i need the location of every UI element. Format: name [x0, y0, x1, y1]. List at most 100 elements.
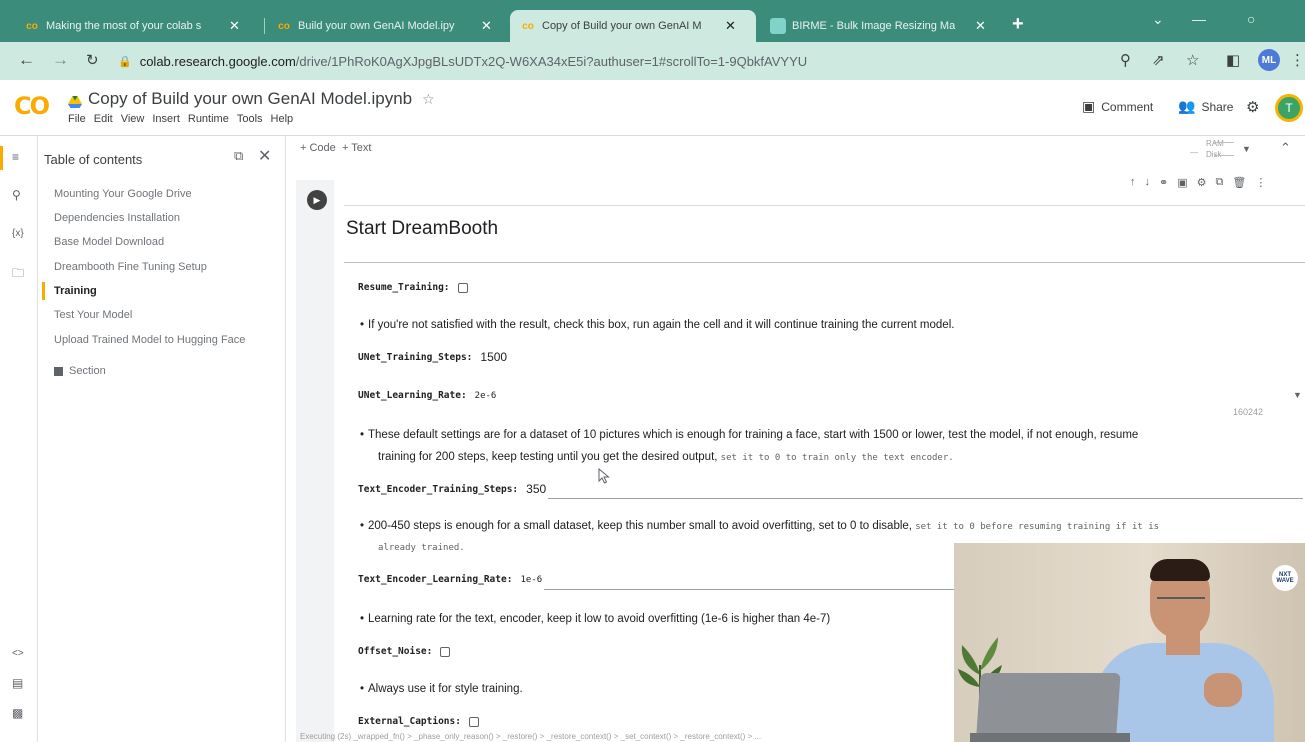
unet-learning-rate-input[interactable]: 2e-6: [475, 391, 497, 401]
browser-tab-3-active[interactable]: co Copy of Build your own GenAI M ✕: [510, 10, 756, 42]
toc-item-test-model[interactable]: Test Your Model: [54, 309, 132, 321]
delete-cell-icon[interactable]: 🗑: [1232, 176, 1246, 189]
heading-rule: [344, 262, 1305, 263]
star-notebook-icon[interactable]: ☆: [422, 91, 435, 108]
forward-arrow-icon[interactable]: →: [52, 50, 69, 70]
close-panel-icon[interactable]: ✕: [258, 146, 271, 166]
resume-training-checkbox[interactable]: [457, 282, 468, 293]
menu-view[interactable]: View: [121, 113, 145, 125]
link-icon[interactable]: ⚭: [1159, 176, 1168, 189]
address-bar: ← → ↻ 🔒 colab.research.google.com/drive/…: [0, 42, 1305, 80]
close-tab-icon[interactable]: ✕: [975, 18, 986, 34]
move-up-icon[interactable]: ↑: [1130, 176, 1136, 189]
toc-item-base-model[interactable]: Base Model Download: [54, 236, 164, 248]
comment-button[interactable]: ▣ Comment: [1082, 98, 1153, 115]
text-encoder-training-steps-input[interactable]: 350: [526, 482, 546, 496]
birme-favicon-icon: [770, 18, 786, 34]
files-folder-icon[interactable]: 🗀: [12, 264, 24, 285]
offset-noise-checkbox[interactable]: [440, 646, 451, 657]
colab-logo[interactable]: CO: [14, 92, 50, 120]
toc-active-indicator: [42, 282, 45, 300]
output-counter: 160242: [1233, 407, 1264, 417]
note-encoder-line1: 200-450 steps is enough for a small data…: [360, 515, 1160, 538]
menu-tools[interactable]: Tools: [237, 113, 263, 125]
tab-separator: [264, 18, 265, 34]
text-encoder-learning-rate-input[interactable]: 1e-6: [520, 575, 542, 585]
minimize-window-icon[interactable]: —: [1192, 11, 1206, 27]
menu-file[interactable]: File: [68, 113, 86, 125]
tab-title: Build your own GenAI Model.ipy: [298, 20, 455, 32]
toc-item-training[interactable]: Training: [54, 285, 97, 297]
code-snippets-icon[interactable]: <>: [12, 648, 24, 659]
browser-tab-4[interactable]: BIRME - Bulk Image Resizing Ma ✕: [760, 10, 1000, 42]
share-page-icon[interactable]: ⇗: [1152, 51, 1165, 69]
notebook-title[interactable]: Copy of Build your own GenAI Model.ipynb: [88, 89, 412, 109]
collapse-header-icon[interactable]: ⌃: [1280, 140, 1291, 156]
toc-item-dependencies[interactable]: Dependencies Installation: [54, 212, 180, 224]
tab-title: Making the most of your colab s: [46, 20, 202, 32]
variables-icon[interactable]: {x}: [12, 228, 24, 239]
menu-runtime[interactable]: Runtime: [188, 113, 229, 125]
browser-menu-icon[interactable]: ⋮: [1290, 51, 1305, 69]
comment-cell-icon[interactable]: ▣: [1177, 176, 1187, 189]
menu-insert[interactable]: Insert: [152, 113, 180, 125]
search-icon[interactable]: ⚲: [12, 188, 21, 202]
param-offset-noise: Offset_Noise:: [358, 646, 451, 657]
menu-edit[interactable]: Edit: [94, 113, 113, 125]
note-text: training for 200 steps, keep testing unt…: [378, 451, 721, 463]
cell-settings-icon[interactable]: ⚙: [1197, 176, 1207, 189]
people-icon: 👥: [1178, 98, 1196, 114]
terminal-icon[interactable]: ▩: [12, 706, 23, 720]
cell-top-rule: [344, 205, 1305, 206]
new-tab-button[interactable]: +: [1012, 13, 1024, 36]
add-text-button[interactable]: + Text: [342, 142, 371, 154]
command-palette-icon[interactable]: ▤: [12, 676, 23, 690]
back-arrow-icon[interactable]: ←: [18, 50, 35, 70]
run-cell-button[interactable]: ▶: [307, 190, 327, 210]
table-of-contents-icon[interactable]: ≡: [12, 150, 19, 164]
url-field[interactable]: 🔒 colab.research.google.com/drive/1PhRoK…: [118, 48, 1118, 74]
note-code: set it to 0 before resuming training if …: [915, 522, 1160, 532]
browser-tab-1[interactable]: co Making the most of your colab s ✕: [14, 10, 264, 42]
close-tab-icon[interactable]: ✕: [725, 18, 736, 34]
mirror-cell-icon[interactable]: ⧉: [1216, 176, 1224, 189]
resource-monitor[interactable]: — RAM Disk ▼: [1184, 138, 1254, 160]
note-code: set it to 0 to train only the text encod…: [720, 453, 954, 463]
url-path: /drive/1PhRoK0AgXJpgBLsUDTx2Q-W6XA34xE5i…: [295, 53, 808, 69]
zoom-icon[interactable]: ⚲: [1120, 51, 1131, 69]
presenter-shirt: [1094, 643, 1274, 742]
user-avatar[interactable]: T: [1275, 94, 1303, 122]
toc-item-upload-hf[interactable]: Upload Trained Model to Hugging Face: [54, 334, 245, 346]
toc-item-dreambooth-setup[interactable]: Dreambooth Fine Tuning Setup: [54, 261, 207, 273]
open-in-tab-icon[interactable]: ⧉: [234, 148, 243, 164]
reload-icon[interactable]: ↻: [86, 51, 99, 69]
browser-tab-2[interactable]: co Build your own GenAI Model.ipy ✕: [266, 10, 506, 42]
tab-search-chevron-icon[interactable]: ⌄: [1152, 11, 1164, 28]
note-encoder-line2: already trained.: [378, 543, 465, 553]
left-icon-rail: ≡ ⚲ {x} 🗀 <> ▤ ▩: [0, 136, 38, 742]
maximize-window-icon[interactable]: ○: [1247, 11, 1255, 27]
browser-profile-avatar[interactable]: ML: [1258, 49, 1280, 71]
param-external-captions: External_Captions:: [358, 716, 479, 727]
add-code-button[interactable]: + Code: [300, 142, 336, 154]
move-down-icon[interactable]: ↓: [1145, 176, 1151, 189]
resource-bars: [1214, 142, 1234, 156]
runtime-dropdown-icon[interactable]: ▼: [1242, 144, 1251, 154]
menu-help[interactable]: Help: [271, 113, 294, 125]
bookmark-star-icon[interactable]: ☆: [1186, 51, 1199, 69]
share-button[interactable]: 👥 Share: [1178, 98, 1233, 115]
settings-gear-icon[interactable]: ⚙: [1246, 98, 1259, 116]
colab-favicon-icon: co: [522, 20, 534, 32]
side-panel-icon[interactable]: ◧: [1226, 51, 1240, 69]
toc-add-section[interactable]: Section: [54, 365, 106, 377]
note-defaults-line1: These default settings are for a dataset…: [360, 424, 1138, 446]
external-captions-checkbox[interactable]: [468, 716, 479, 727]
close-tab-icon[interactable]: ✕: [481, 18, 492, 34]
toc-item-mounting-drive[interactable]: Mounting Your Google Drive: [54, 188, 192, 200]
form-collapse-icon[interactable]: ▼: [1293, 390, 1302, 400]
toc-title: Table of contents: [44, 152, 143, 167]
unet-training-steps-input[interactable]: 1500: [480, 350, 507, 364]
more-options-icon[interactable]: ⋮: [1255, 176, 1266, 189]
close-tab-icon[interactable]: ✕: [229, 18, 240, 34]
cell-toolbar: ↑ ↓ ⚭ ▣ ⚙ ⧉ 🗑 ⋮: [1130, 176, 1266, 189]
